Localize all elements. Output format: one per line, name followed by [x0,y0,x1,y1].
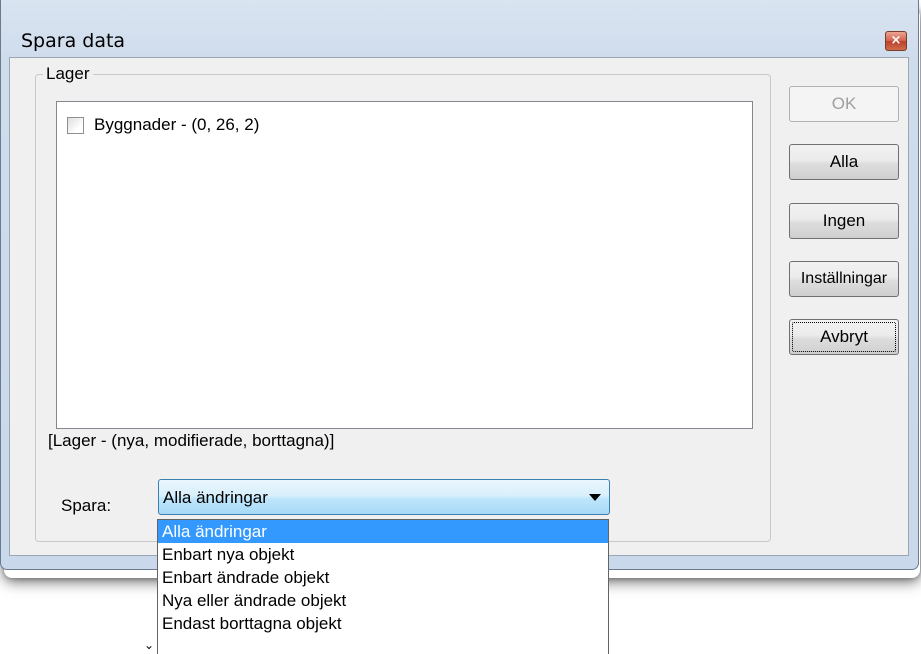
save-mode-combobox[interactable]: Alla ändringar [158,479,610,515]
layer-group-label: Lager [43,63,94,85]
select-none-button[interactable]: Ingen [789,203,899,239]
layer-list[interactable]: Byggnader - (0, 26, 2) [56,101,753,429]
mouse-cursor-fragment: ⌄ [144,638,155,652]
layer-legend-text: [Lager - (nya, modifierade, borttagna)] [48,431,335,450]
dropdown-option[interactable]: Enbart ändrade objekt [158,566,608,589]
close-icon: × [890,33,902,48]
dialog-window: Spara data × Lager Byggnader - (0, 26, 2… [0,0,919,570]
dropdown-option[interactable]: Nya eller ändrade objekt [158,589,608,612]
save-mode-dropdown-list[interactable]: Alla ändringar Enbart nya objekt Enbart … [157,519,609,654]
dialog-client-area: Lager Byggnader - (0, 26, 2) [Lager - (n… [9,57,909,556]
layer-list-item[interactable]: Byggnader - (0, 26, 2) [67,114,259,136]
focus-ring [792,322,896,352]
window-title: Spara data [21,30,126,52]
settings-button[interactable]: Inställningar [789,261,899,297]
select-all-button[interactable]: Alla [789,144,899,180]
layer-checkbox[interactable] [67,116,84,134]
cancel-button[interactable]: Avbryt [789,319,899,355]
chevron-down-icon [589,494,601,501]
save-mode-value: Alla ändringar [163,488,268,507]
layer-label: Byggnader - (0, 26, 2) [94,115,260,134]
save-label: Spara: [61,496,112,515]
ok-button[interactable]: OK [789,86,899,122]
dropdown-option[interactable]: Endast borttagna objekt [158,612,608,635]
dropdown-option[interactable]: Enbart nya objekt [158,543,608,566]
dropdown-option[interactable]: Alla ändringar [158,520,608,543]
title-bar[interactable]: Spara data × [1,0,918,56]
close-button[interactable]: × [885,31,907,51]
